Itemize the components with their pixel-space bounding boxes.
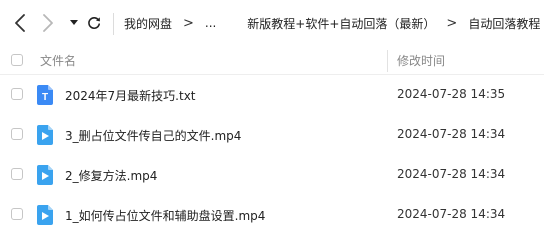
file-row[interactable]: 1_如何传占位文件和辅助盘设置.mp4 2024-07-28 14:34 [0, 195, 544, 235]
file-name[interactable]: 2_修复方法.mp4 [65, 167, 157, 184]
refresh-icon [88, 17, 100, 29]
breadcrumb: 我的网盘 > ... > 新版教程+软件+自动回落（最新） > 自动回落教程 > [124, 13, 544, 33]
file-list-header: 文件名 修改时间 [0, 46, 544, 75]
file-modified-time: 2024-07-28 14:34 [397, 207, 506, 221]
column-resize-handle[interactable] [387, 50, 388, 72]
select-all-checkbox[interactable] [11, 54, 23, 66]
caret-down-icon [70, 20, 78, 25]
history-dropdown-button[interactable] [64, 12, 84, 34]
refresh-button[interactable] [84, 12, 104, 34]
file-row[interactable]: 3_删占位文件传自己的文件.mp4 2024-07-28 14:34 [0, 115, 544, 155]
toolbar: 我的网盘 > ... > 新版教程+软件+自动回落（最新） > 自动回落教程 > [0, 0, 544, 46]
chevron-right-icon [43, 14, 53, 32]
file-name[interactable]: 3_删占位文件传自己的文件.mp4 [65, 127, 241, 144]
column-header-name[interactable]: 文件名 [40, 52, 76, 69]
text-file-icon: T [37, 85, 53, 105]
column-header-modified[interactable]: 修改时间 [397, 52, 445, 69]
breadcrumb-item-current[interactable]: 自动回落教程 [468, 15, 540, 32]
toolbar-divider [113, 13, 114, 35]
forward-button[interactable] [38, 12, 58, 34]
video-file-icon [37, 205, 53, 225]
breadcrumb-separator: > [183, 15, 194, 31]
file-modified-time: 2024-07-28 14:34 [397, 127, 506, 141]
row-checkbox[interactable] [11, 168, 23, 180]
file-row[interactable]: T 2024年7月最新技巧.txt 2024-07-28 14:35 [0, 75, 544, 115]
breadcrumb-item-folder[interactable]: 新版教程+软件+自动回落（最新） [247, 15, 435, 32]
file-name[interactable]: 1_如何传占位文件和辅助盘设置.mp4 [65, 207, 265, 224]
file-name[interactable]: 2024年7月最新技巧.txt [65, 87, 196, 104]
chevron-left-icon [15, 14, 25, 32]
breadcrumb-item-ellipsis[interactable]: ... [205, 16, 216, 30]
video-file-icon [37, 165, 53, 185]
row-checkbox[interactable] [11, 128, 23, 140]
breadcrumb-item-home[interactable]: 我的网盘 [124, 15, 172, 32]
file-modified-time: 2024-07-28 14:35 [397, 87, 506, 101]
back-button[interactable] [10, 12, 30, 34]
row-checkbox[interactable] [11, 208, 23, 220]
file-row[interactable]: 2_修复方法.mp4 2024-07-28 14:34 [0, 155, 544, 195]
svg-text:T: T [42, 92, 48, 103]
file-modified-time: 2024-07-28 14:34 [397, 167, 506, 181]
row-checkbox[interactable] [11, 88, 23, 100]
video-file-icon [37, 125, 53, 145]
breadcrumb-separator: > [446, 15, 458, 31]
